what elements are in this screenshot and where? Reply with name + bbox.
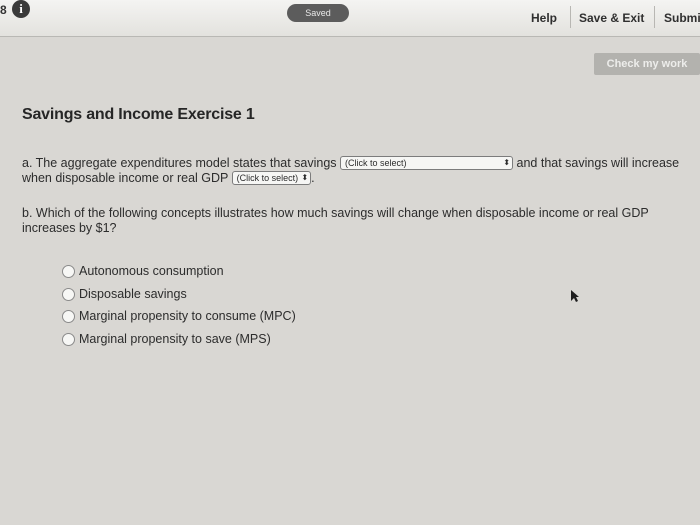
- mouse-cursor-icon: [571, 290, 579, 302]
- radio-button[interactable]: [62, 287, 75, 301]
- help-button[interactable]: Help: [531, 11, 557, 25]
- savings-select-value: (Click to select): [345, 158, 407, 168]
- divider: [654, 6, 655, 28]
- gdp-select[interactable]: (Click to select) ⬍: [231, 171, 312, 185]
- option-mps[interactable]: Marginal propensity to save (MPS): [62, 331, 296, 354]
- saved-status-badge: Saved: [287, 4, 349, 22]
- option-label: Disposable savings: [79, 286, 187, 301]
- option-label: Autonomous consumption: [79, 264, 224, 278]
- check-my-work-button[interactable]: Check my work: [594, 53, 700, 75]
- question-a-text-start: a. The aggregate expenditures model stat…: [22, 156, 337, 170]
- option-autonomous-consumption[interactable]: Autonomous consumption: [62, 263, 296, 286]
- divider: [570, 6, 571, 28]
- question-number: 8: [0, 3, 7, 17]
- option-mpc[interactable]: Marginal propensity to consume (MPC): [62, 308, 296, 331]
- answer-options: Autonomous consumption Disposable saving…: [62, 263, 296, 353]
- option-disposable-savings[interactable]: Disposable savings: [62, 286, 296, 309]
- question-b: b. Which of the following concepts illus…: [22, 206, 649, 235]
- option-label: Marginal propensity to save (MPS): [79, 331, 271, 346]
- option-label: Marginal propensity to consume (MPC): [79, 309, 296, 323]
- submit-button[interactable]: Submi: [664, 11, 700, 25]
- top-bar: 8 i Saved Help Save & Exit Submi: [0, 0, 700, 37]
- radio-button[interactable]: [62, 310, 75, 323]
- info-icon[interactable]: i: [12, 0, 30, 18]
- select-arrows-icon: ⬍: [301, 173, 309, 182]
- exercise-title: Savings and Income Exercise 1: [22, 106, 255, 123]
- gdp-select-value: (Click to select): [236, 173, 299, 183]
- radio-button[interactable]: [62, 265, 75, 278]
- save-exit-button[interactable]: Save & Exit: [579, 11, 644, 25]
- savings-select[interactable]: (Click to select) ⬍: [340, 156, 514, 170]
- radio-button[interactable]: [62, 332, 75, 346]
- question-a-text-end: .: [311, 171, 315, 185]
- select-arrows-icon: ⬍: [503, 158, 511, 167]
- question-a: a. The aggregate expenditures model stat…: [22, 156, 692, 186]
